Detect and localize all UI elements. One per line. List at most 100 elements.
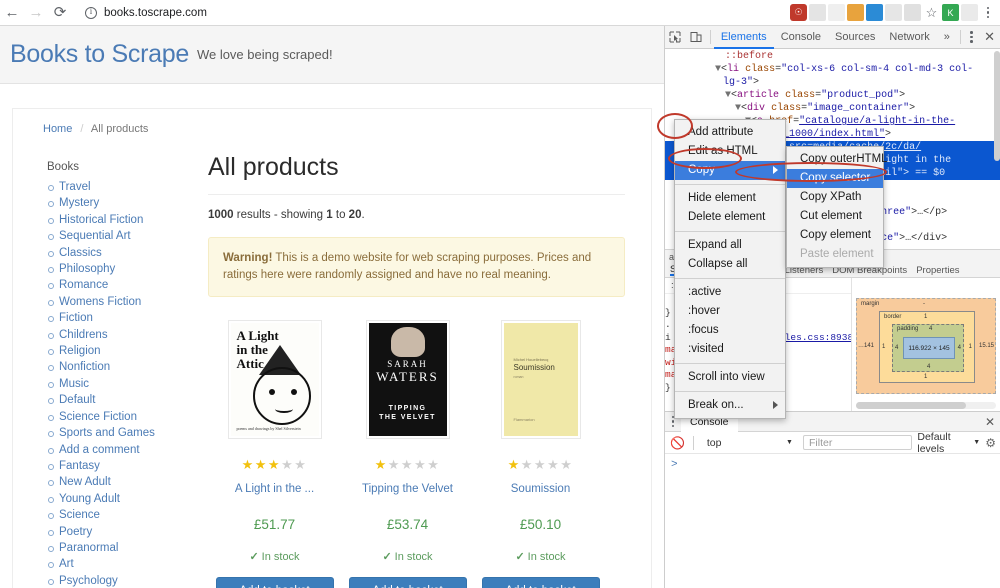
console-settings-gear-icon[interactable]: ⚙ [985, 436, 996, 450]
sidebar-item-new-adult[interactable]: New Adult [48, 474, 198, 490]
menu-item-scroll-into-view[interactable]: Scroll into view [675, 368, 785, 387]
sidebar-item-add-a-comment[interactable]: Add a comment [48, 442, 198, 458]
clock-extension-icon[interactable] [885, 4, 902, 21]
border-top-value[interactable]: 1 [924, 314, 927, 320]
lastpass-extension-icon[interactable]: ☉ [790, 4, 807, 21]
border-right-value[interactable]: 1 [969, 344, 972, 350]
menu-item-active[interactable]: :active [675, 283, 785, 302]
box-model-scrollbar[interactable] [856, 402, 996, 409]
menu-item-copy-element[interactable]: Copy element [787, 226, 883, 245]
sidebar-item-travel[interactable]: Travel [48, 179, 198, 195]
sidebar-item-childrens[interactable]: Childrens [48, 327, 198, 343]
sidebar-item-mystery[interactable]: Mystery [48, 195, 198, 211]
sidebar-item-nonfiction[interactable]: Nonfiction [48, 359, 198, 375]
menu-item-visited[interactable]: :visited [675, 340, 785, 359]
product-thumbnail-link[interactable]: A Light in the Attic poems and drawings … [208, 319, 341, 439]
drawer-close-icon[interactable]: ✕ [979, 411, 1000, 433]
menu-item-add-attribute[interactable]: Add attribute [675, 123, 785, 142]
add-to-basket-button[interactable]: Add to basket [481, 577, 600, 588]
sidebar-item-label[interactable]: Classics [59, 247, 102, 259]
address-bar[interactable]: books.toscrape.com [76, 3, 784, 22]
sidebar-item-classics[interactable]: Classics [48, 245, 198, 261]
menu-item-delete-element[interactable]: Delete element [675, 208, 785, 227]
menu-item-copy-outerhtml[interactable]: Copy outerHTML [787, 150, 888, 169]
console-levels-select[interactable]: Default levels ▼ [917, 431, 980, 455]
sidebar-item-label[interactable]: Mystery [59, 197, 99, 209]
sidebar-item-philosophy[interactable]: Philosophy [48, 261, 198, 277]
devtools-kebab-icon[interactable] [964, 26, 979, 48]
margin-left-value[interactable]: …141 [858, 343, 874, 349]
product-title-link[interactable]: Soumission [474, 483, 607, 495]
sidebar-item-label[interactable]: Sports and Games [59, 427, 155, 439]
sidebar-item-label[interactable]: Childrens [59, 329, 108, 341]
screenshot-extension-icon[interactable] [866, 4, 883, 21]
dom-tree-scrollbar[interactable] [994, 51, 1000, 161]
sidebar-item-fiction[interactable]: Fiction [48, 310, 198, 326]
css-source-link[interactable]: les.css:8938 [785, 332, 851, 343]
padding-top-value[interactable]: 4 [929, 326, 932, 332]
add-to-basket-button[interactable]: Add to basket [215, 577, 334, 588]
sidebar-item-young-adult[interactable]: Young Adult [48, 491, 198, 507]
menu-item-cut-element[interactable]: Cut element [787, 207, 883, 226]
cast-icon[interactable] [961, 4, 978, 21]
sidebar-item-label[interactable]: Add a comment [59, 444, 140, 456]
sidebar-item-label[interactable]: Philosophy [59, 263, 115, 275]
device-toolbar-icon[interactable] [686, 26, 707, 48]
sidebar-item-historical-fiction[interactable]: Historical Fiction [48, 212, 198, 228]
sidebar-item-psychology[interactable]: Psychology [48, 573, 198, 588]
console-filter-input[interactable]: Filter [802, 435, 913, 450]
menu-item-collapse-all[interactable]: Collapse all [675, 255, 785, 274]
sidebar-item-label[interactable]: Religion [59, 345, 101, 357]
sidebar-item-religion[interactable]: Religion [48, 343, 198, 359]
border-bottom-value[interactable]: 1 [924, 374, 927, 380]
notes-extension-icon[interactable] [809, 4, 826, 21]
sidebar-item-label[interactable]: Travel [59, 181, 91, 193]
product-title-link[interactable]: Tipping the Velvet [341, 483, 474, 495]
menu-item-hide-element[interactable]: Hide element [675, 189, 785, 208]
honey-extension-icon[interactable] [847, 4, 864, 21]
chrome-menu-icon[interactable] [980, 6, 996, 19]
menu-item-focus[interactable]: :focus [675, 321, 785, 340]
sidebar-item-romance[interactable]: Romance [48, 277, 198, 293]
margin-top-value[interactable]: - [923, 301, 925, 307]
sidebar-item-label[interactable]: Science Fiction [59, 411, 137, 423]
sidebar-item-label[interactable]: Paranormal [59, 542, 118, 554]
sidebar-item-label[interactable]: Fiction [59, 312, 93, 324]
reload-icon[interactable]: ⟳ [48, 1, 72, 25]
sidebar-item-default[interactable]: Default [48, 392, 198, 408]
back-icon[interactable]: ← [0, 1, 24, 25]
margin-right-value[interactable]: 15.15 [979, 343, 994, 349]
menu-item-hover[interactable]: :hover [675, 302, 785, 321]
tab-elements[interactable]: Elements [714, 26, 774, 49]
sidebar-item-label[interactable]: Science [59, 509, 100, 521]
site-logo-title[interactable]: Books to Scrape [10, 40, 189, 69]
sidebar-item-label[interactable]: Default [59, 394, 95, 406]
element-context-menu[interactable]: Add attribute Edit as HTML Copy Hide ele… [674, 119, 786, 419]
tab-properties[interactable]: Properties [916, 265, 959, 276]
menu-item-copy-xpath[interactable]: Copy XPath [787, 188, 883, 207]
sidebar-item-label[interactable]: Fantasy [59, 460, 100, 472]
add-to-basket-button[interactable]: Add to basket [348, 577, 467, 588]
menu-item-copy[interactable]: Copy [675, 161, 785, 180]
product-thumbnail-link[interactable]: Michel Houellebecq Soumission roman Flam… [474, 319, 607, 439]
product-thumbnail-link[interactable]: SARAH WATERS TIPPING THE VELVET [341, 319, 474, 439]
border-left-value[interactable]: 1 [882, 344, 885, 350]
sidebar-item-label[interactable]: Historical Fiction [59, 214, 143, 226]
copy-submenu[interactable]: Copy outerHTML Copy selector Copy XPath … [786, 146, 888, 268]
share-extension-icon[interactable] [828, 4, 845, 21]
padding-bottom-value[interactable]: 4 [927, 364, 930, 370]
sidebar-item-label[interactable]: Art [59, 558, 74, 570]
product-thumbnail[interactable]: Michel Houellebecq Soumission roman Flam… [500, 320, 581, 439]
menu-item-break-on[interactable]: Break on... [675, 396, 785, 415]
sidebar-item-music[interactable]: Music [48, 376, 198, 392]
console-context-select[interactable]: top ▼ [702, 435, 798, 450]
sidebar-item-label[interactable]: Womens Fiction [59, 296, 141, 308]
bookmark-star-icon[interactable]: ☆ [923, 4, 940, 21]
sidebar-item-poetry[interactable]: Poetry [48, 524, 198, 540]
sidebar-item-label[interactable]: Romance [59, 279, 108, 291]
scraper-extension-icon[interactable] [904, 4, 921, 21]
inspect-element-icon[interactable] [665, 26, 686, 48]
sidebar-item-sequential-art[interactable]: Sequential Art [48, 228, 198, 244]
sidebar-item-fantasy[interactable]: Fantasy [48, 458, 198, 474]
product-title-link[interactable]: A Light in the ... [208, 483, 341, 495]
